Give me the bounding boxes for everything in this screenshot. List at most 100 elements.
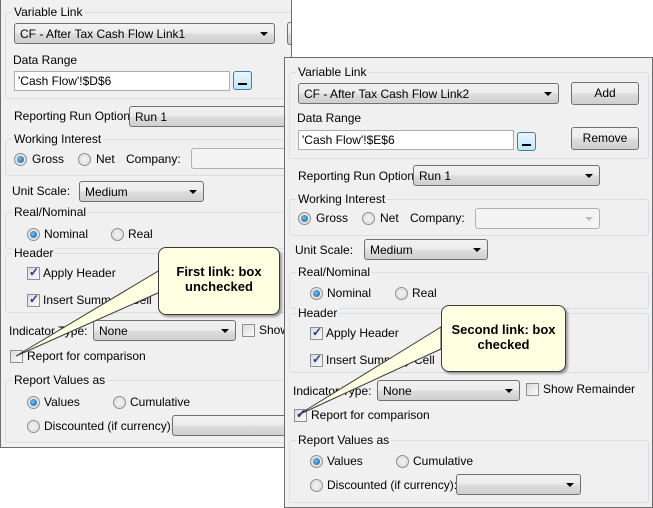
report-for-comparison-checkbox[interactable] bbox=[10, 350, 23, 363]
data-range-label: Data Range bbox=[297, 111, 362, 125]
unit-scale-label: Unit Scale: bbox=[295, 243, 354, 257]
unit-scale-value: Medium bbox=[370, 243, 413, 257]
discounted-radio[interactable] bbox=[310, 479, 323, 492]
apply-header-label: Apply Header bbox=[326, 326, 399, 340]
data-range-input[interactable]: 'Cash Flow'!$E$6 bbox=[298, 130, 514, 150]
remove-button[interactable]: Remove bbox=[571, 127, 639, 150]
check-icon: ✓ bbox=[312, 325, 323, 339]
indicator-type-dropdown[interactable]: None bbox=[93, 320, 236, 341]
apply-header-checkbox[interactable]: ✓ bbox=[310, 325, 323, 340]
insert-summary-checkbox[interactable]: ✓ bbox=[310, 352, 323, 367]
data-range-input[interactable]: 'Cash Flow'!$D$6 bbox=[14, 71, 230, 91]
company-label: Company: bbox=[410, 211, 465, 225]
net-radio[interactable] bbox=[78, 153, 91, 166]
reporting-run-label: Reporting Run Option: bbox=[298, 169, 418, 183]
report-for-comparison-label: Report for comparison bbox=[311, 408, 430, 422]
company-dropdown[interactable] bbox=[475, 208, 600, 229]
discount-dropdown[interactable] bbox=[172, 415, 291, 436]
real-nominal-legend: Real/Nominal bbox=[12, 205, 89, 219]
nominal-radio[interactable] bbox=[310, 287, 323, 300]
company-dropdown[interactable] bbox=[191, 148, 291, 169]
nominal-label: Nominal bbox=[327, 286, 372, 300]
reporting-run-label: Reporting Run Option: bbox=[14, 109, 134, 123]
discounted-label: Discounted (if currency): bbox=[327, 478, 458, 492]
net-label: Net bbox=[96, 152, 115, 166]
indicator-type-label: Indicator Type: bbox=[9, 324, 88, 338]
reporting-run-dropdown[interactable]: Run 1 bbox=[129, 106, 291, 127]
gross-label: Gross bbox=[316, 211, 349, 225]
working-interest-legend: Working Interest bbox=[296, 192, 388, 206]
variable-link-dropdown[interactable]: CF - After Tax Cash Flow Link1 bbox=[14, 23, 275, 44]
values-label: Values bbox=[44, 395, 80, 409]
collapse-icon bbox=[238, 83, 247, 85]
indicator-type-dropdown[interactable]: None bbox=[377, 380, 520, 401]
data-range-label: Data Range bbox=[13, 53, 78, 67]
range-select-button[interactable] bbox=[233, 71, 252, 90]
collapse-icon bbox=[522, 144, 531, 146]
discount-dropdown[interactable] bbox=[456, 474, 581, 495]
variable-link-panel-2: Variable Link CF - After Tax Cash Flow L… bbox=[284, 57, 653, 508]
check-icon: ✓ bbox=[312, 352, 323, 366]
header-legend: Header bbox=[12, 246, 56, 260]
indicator-type-label: Indicator Type: bbox=[293, 384, 372, 398]
chevron-down-icon bbox=[505, 389, 513, 393]
add-button[interactable]: Add bbox=[287, 22, 291, 45]
real-radio[interactable] bbox=[111, 228, 124, 241]
chevron-down-icon bbox=[473, 248, 481, 252]
unit-scale-value: Medium bbox=[85, 185, 128, 199]
net-radio[interactable] bbox=[362, 212, 375, 225]
callout-first-line1: First link: box bbox=[176, 264, 262, 279]
report-for-comparison-label: Report for comparison bbox=[27, 349, 146, 363]
variable-link-value: CF - After Tax Cash Flow Link1 bbox=[20, 27, 186, 41]
check-icon: ✓ bbox=[29, 265, 40, 279]
apply-header-checkbox[interactable]: ✓ bbox=[27, 265, 40, 280]
unit-scale-dropdown[interactable]: Medium bbox=[79, 181, 204, 202]
discounted-radio[interactable] bbox=[27, 420, 40, 433]
variable-link-panel-1: Variable Link CF - After Tax Cash Flow L… bbox=[0, 0, 292, 448]
nominal-label: Nominal bbox=[44, 227, 89, 241]
variable-link-legend: Variable Link bbox=[12, 5, 85, 19]
cumulative-radio[interactable] bbox=[396, 455, 409, 468]
insert-summary-checkbox[interactable]: ✓ bbox=[27, 292, 40, 307]
variable-link-value: CF - After Tax Cash Flow Link2 bbox=[304, 87, 470, 101]
indicator-type-value: None bbox=[383, 384, 412, 398]
company-label: Company: bbox=[126, 152, 181, 166]
reporting-run-value: Run 1 bbox=[135, 110, 168, 124]
unit-scale-label: Unit Scale: bbox=[12, 184, 71, 198]
check-icon: ✓ bbox=[296, 407, 307, 421]
show-remainder-checkbox[interactable] bbox=[242, 324, 255, 337]
unit-scale-dropdown[interactable]: Medium bbox=[364, 239, 488, 260]
gross-radio[interactable] bbox=[298, 212, 311, 225]
report-values-legend: Report Values as bbox=[12, 373, 108, 387]
variable-link-dropdown[interactable]: CF - After Tax Cash Flow Link2 bbox=[298, 83, 559, 104]
reporting-run-dropdown[interactable]: Run 1 bbox=[413, 165, 600, 186]
values-radio[interactable] bbox=[27, 396, 40, 409]
chevron-down-icon bbox=[221, 329, 229, 333]
chevron-down-icon bbox=[585, 174, 593, 178]
data-range-value: 'Cash Flow'!$D$6 bbox=[18, 74, 112, 88]
callout-second-line1: Second link: box bbox=[451, 322, 556, 337]
cumulative-label: Cumulative bbox=[130, 395, 191, 409]
values-radio[interactable] bbox=[310, 455, 323, 468]
callout-second-link: Second link: box checked bbox=[441, 305, 566, 372]
nominal-radio[interactable] bbox=[27, 228, 40, 241]
cumulative-radio[interactable] bbox=[113, 396, 126, 409]
report-for-comparison-checkbox[interactable]: ✓ bbox=[294, 407, 307, 422]
data-range-value: 'Cash Flow'!$E$6 bbox=[302, 133, 395, 147]
chevron-down-icon bbox=[585, 217, 593, 221]
add-button[interactable]: Add bbox=[571, 82, 639, 105]
insert-summary-label: Insert Summary Cell bbox=[43, 293, 152, 307]
range-select-button[interactable] bbox=[517, 132, 536, 151]
values-label: Values bbox=[327, 454, 363, 468]
working-interest-legend: Working Interest bbox=[12, 132, 104, 146]
discounted-label: Discounted (if currency): bbox=[44, 419, 175, 433]
real-radio[interactable] bbox=[395, 287, 408, 300]
gross-radio[interactable] bbox=[14, 153, 27, 166]
chevron-down-icon bbox=[544, 92, 552, 96]
indicator-type-value: None bbox=[99, 324, 128, 338]
gross-label: Gross bbox=[32, 152, 65, 166]
real-label: Real bbox=[128, 227, 153, 241]
insert-summary-label: Insert Summary Cell bbox=[326, 353, 435, 367]
callout-second-line2: checked bbox=[477, 337, 530, 352]
show-remainder-checkbox[interactable] bbox=[526, 383, 539, 396]
